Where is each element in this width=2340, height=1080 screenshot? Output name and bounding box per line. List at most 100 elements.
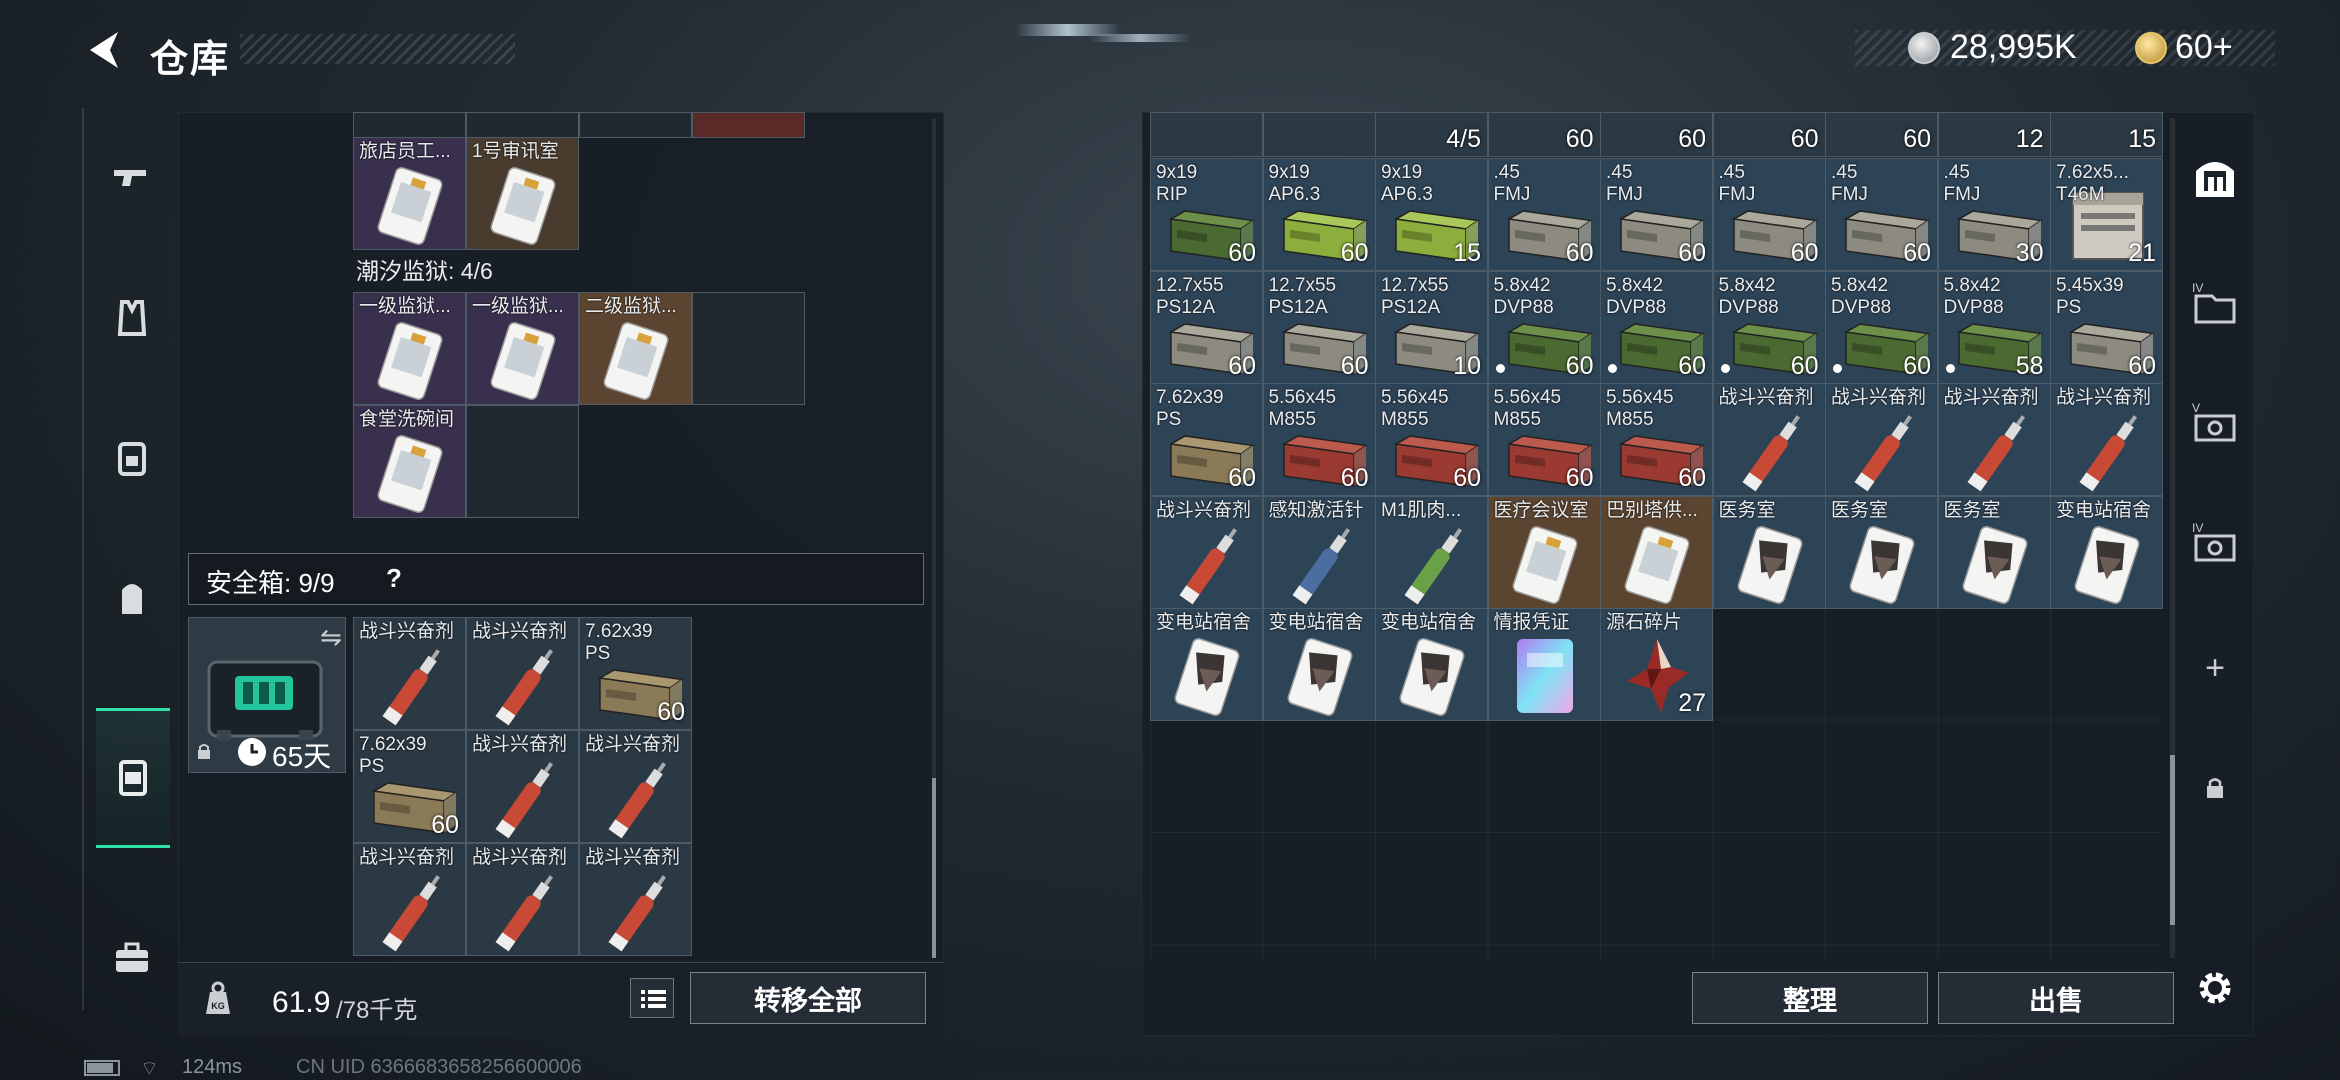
inventory-slot[interactable]: 60 bbox=[1825, 112, 1938, 157]
warehouse-slot[interactable]: 巴别塔供... bbox=[1600, 495, 1713, 609]
warehouse-slot[interactable]: 变电站宿舍 bbox=[1262, 608, 1376, 721]
inventory-slot[interactable]: 12 bbox=[1937, 112, 2051, 157]
weapon-icon[interactable] bbox=[84, 108, 180, 248]
safe-case-icon[interactable] bbox=[96, 708, 170, 848]
keycard-slot[interactable] bbox=[692, 292, 805, 405]
warehouse-slot[interactable]: 战斗兴奋剂 bbox=[1712, 383, 1826, 496]
warehouse-slot[interactable]: M1肌肉... bbox=[1375, 495, 1488, 609]
warehouse-slot[interactable]: 5.56x45 M855 60 bbox=[1600, 383, 1713, 496]
inventory-slot[interactable] bbox=[692, 112, 805, 138]
warehouse-slot[interactable]: 医疗会议室 bbox=[1487, 495, 1601, 609]
storage-tab-4-icon[interactable]: IV bbox=[2180, 268, 2250, 338]
help-icon[interactable]: ? bbox=[386, 563, 402, 594]
inventory-slot[interactable] bbox=[1262, 112, 1376, 157]
warehouse-slot[interactable]: 7.62x5... T46M 21 bbox=[2050, 158, 2163, 271]
warehouse-slot[interactable]: 5.56x45 M855 60 bbox=[1487, 383, 1601, 496]
warehouse-slot[interactable]: 7.62x39 PS 60 bbox=[1150, 383, 1263, 496]
inventory-slot[interactable] bbox=[579, 112, 692, 138]
warehouse-slot[interactable]: 5.45x39 PS 60 bbox=[2050, 270, 2163, 384]
backpack-icon[interactable] bbox=[84, 528, 180, 668]
safe-box-slot-item[interactable]: 战斗兴奋剂 bbox=[466, 730, 579, 843]
item-count: 15 bbox=[1453, 239, 1481, 267]
stim-red-icon bbox=[608, 875, 667, 952]
warehouse-slot[interactable]: 5.8x42 DVP88 60 bbox=[1600, 270, 1713, 384]
back-arrow-icon[interactable] bbox=[80, 26, 128, 74]
keycard-slot[interactable]: 二级监狱... bbox=[579, 292, 692, 405]
inventory-slot[interactable]: 60 bbox=[1712, 112, 1826, 157]
warehouse-slot[interactable]: 感知激活针 bbox=[1262, 495, 1376, 609]
warehouse-slot[interactable]: .45 FMJ 60 bbox=[1487, 158, 1601, 271]
warehouse-slot[interactable]: 12.7x55 PS12A 60 bbox=[1262, 270, 1376, 384]
safe-box-slot-item[interactable]: 7.62x39 PS 60 bbox=[579, 617, 692, 730]
safe-box-slot-item[interactable]: 战斗兴奋剂 bbox=[466, 843, 579, 956]
inventory-slot[interactable] bbox=[353, 112, 466, 138]
warehouse-slot[interactable]: 5.56x45 M855 60 bbox=[1375, 383, 1488, 496]
inventory-slot[interactable]: 60 bbox=[1600, 112, 1713, 157]
item-name: M1肌肉... bbox=[1381, 499, 1462, 521]
inventory-slot[interactable] bbox=[466, 112, 579, 138]
inventory-slot[interactable]: 60 bbox=[1487, 112, 1601, 157]
warehouse-slot[interactable]: 5.8x42 DVP88 58 bbox=[1937, 270, 2051, 384]
storage-tab-5-icon[interactable]: V bbox=[2180, 388, 2250, 458]
item-name: 一级监狱... bbox=[359, 296, 451, 317]
item-name: 战斗兴奋剂 bbox=[2056, 387, 2152, 408]
sort-button[interactable]: 整理 bbox=[1692, 972, 1928, 1024]
briefcase-icon[interactable] bbox=[84, 888, 180, 1028]
inventory-slot[interactable]: 15 bbox=[2050, 112, 2163, 157]
warehouse-slot[interactable]: .45 FMJ 60 bbox=[1825, 158, 1938, 271]
sell-button[interactable]: 出售 bbox=[1938, 972, 2174, 1024]
transfer-all-button[interactable]: 转移全部 bbox=[690, 972, 926, 1024]
right-scrollbar-thumb[interactable] bbox=[2170, 755, 2175, 925]
warehouse-slot[interactable]: 战斗兴奋剂 bbox=[1937, 383, 2051, 496]
warehouse-slot[interactable]: 9x19 AP6.3 15 bbox=[1375, 158, 1488, 271]
safe-box-slot-item[interactable]: 战斗兴奋剂 bbox=[466, 617, 579, 730]
warehouse-slot[interactable]: 9x19 AP6.3 60 bbox=[1262, 158, 1376, 271]
keycard-slot[interactable] bbox=[466, 405, 579, 518]
warehouse-slot[interactable]: 5.8x42 DVP88 60 bbox=[1487, 270, 1601, 384]
warehouse-slot[interactable]: .45 FMJ 60 bbox=[1600, 158, 1713, 271]
list-view-button[interactable] bbox=[630, 978, 674, 1018]
warehouse-slot[interactable]: 战斗兴奋剂 bbox=[1150, 495, 1263, 609]
warehouse-slot[interactable]: 医务室 bbox=[1937, 495, 2051, 609]
warehouse-slot[interactable]: 12.7x55 PS12A 60 bbox=[1150, 270, 1263, 384]
armor-vest-icon[interactable] bbox=[84, 248, 180, 388]
warehouse-slot[interactable]: 战斗兴奋剂 bbox=[2050, 383, 2163, 496]
warehouse-slot[interactable]: 医务室 bbox=[1712, 495, 1826, 609]
warehouse-slot[interactable]: 源石碎片 27 bbox=[1600, 608, 1713, 721]
warehouse-slot[interactable]: .45 FMJ 60 bbox=[1712, 158, 1826, 271]
keycard-slot[interactable]: 1号审讯室 bbox=[466, 137, 579, 250]
keycard-slot[interactable]: 一级监狱... bbox=[353, 292, 466, 405]
warehouse-slot[interactable]: 变电站宿舍 bbox=[1150, 608, 1263, 721]
swap-icon[interactable]: ⇋ bbox=[320, 622, 342, 653]
warehouse-slot[interactable]: 5.8x42 DVP88 60 bbox=[1712, 270, 1826, 384]
chest-rig-icon[interactable] bbox=[84, 388, 180, 528]
inventory-slot[interactable]: 4/5 bbox=[1375, 112, 1488, 157]
safe-box-slot-item[interactable]: 战斗兴奋剂 bbox=[353, 843, 466, 956]
warehouse-slot[interactable]: 9x19 RIP 60 bbox=[1150, 158, 1263, 271]
safe-box-slot-item[interactable]: 战斗兴奋剂 bbox=[353, 617, 466, 730]
warehouse-slot[interactable]: 医务室 bbox=[1825, 495, 1938, 609]
keycard-slot[interactable]: 一级监狱... bbox=[466, 292, 579, 405]
safe-box-slot-item[interactable]: 战斗兴奋剂 bbox=[579, 843, 692, 956]
keycard-slot[interactable]: 食堂洗碗间 bbox=[353, 405, 466, 518]
safe-box-slot-item[interactable]: 战斗兴奋剂 bbox=[579, 730, 692, 843]
add-storage-button[interactable]: + bbox=[2180, 638, 2250, 698]
lock-icon[interactable] bbox=[2180, 758, 2250, 818]
warehouse-slot[interactable]: 变电站宿舍 bbox=[2050, 495, 2163, 609]
warehouse-slot[interactable]: 5.56x45 M855 60 bbox=[1262, 383, 1376, 496]
warehouse-slot[interactable]: 变电站宿舍 bbox=[1375, 608, 1488, 721]
inventory-slot[interactable] bbox=[1150, 112, 1263, 157]
warehouse-slot[interactable]: .45 FMJ 30 bbox=[1937, 158, 2051, 271]
gold-balance[interactable]: 60+ bbox=[2175, 28, 2233, 67]
settings-gear-icon[interactable] bbox=[2180, 958, 2250, 1018]
storage-tab-6-icon[interactable]: IV bbox=[2180, 508, 2250, 578]
warehouse-slot[interactable]: 情报凭证 bbox=[1487, 608, 1601, 721]
warehouse-slot[interactable]: 战斗兴奋剂 bbox=[1825, 383, 1938, 496]
item-name: 7.62x39 PS bbox=[585, 621, 653, 664]
warehouse-slot[interactable]: 5.8x42 DVP88 60 bbox=[1825, 270, 1938, 384]
warehouse-slot[interactable]: 12.7x55 PS12A 10 bbox=[1375, 270, 1488, 384]
safe-box-slot-item[interactable]: 7.62x39 PS 60 bbox=[353, 730, 466, 843]
keycard-slot[interactable]: 旅店员工... bbox=[353, 137, 466, 250]
left-scrollbar-thumb[interactable] bbox=[932, 778, 936, 958]
storage-home-icon[interactable] bbox=[2180, 148, 2250, 208]
